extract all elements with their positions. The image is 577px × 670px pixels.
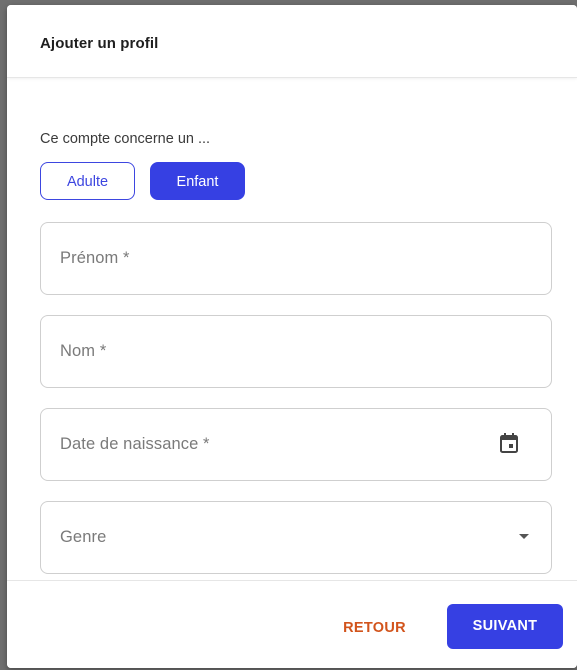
calendar-icon[interactable] [500, 433, 518, 453]
chevron-down-icon [519, 534, 529, 539]
adult-option-button[interactable]: Adulte [40, 162, 135, 200]
gender-select[interactable]: Genre [40, 501, 552, 574]
account-type-prompt: Ce compte concerne un ... [40, 131, 211, 147]
next-button[interactable]: SUIVANT [447, 604, 563, 649]
birth-date-field[interactable]: Date de naissance * [40, 408, 552, 481]
child-option-button[interactable]: Enfant [150, 162, 245, 200]
gender-placeholder: Genre [60, 528, 107, 546]
dialog-header: Ajouter un profil [7, 5, 577, 78]
last-name-field[interactable]: Nom * [40, 315, 552, 388]
birth-date-placeholder: Date de naissance * [60, 435, 210, 453]
dialog-title: Ajouter un profil [40, 35, 159, 52]
back-button[interactable]: RETOUR [327, 606, 422, 650]
add-profile-dialog: Ajouter un profil Ce compte concerne un … [7, 5, 577, 668]
dialog-footer: RETOUR SUIVANT [7, 580, 577, 668]
first-name-field[interactable]: Prénom * [40, 222, 552, 295]
first-name-placeholder: Prénom * [60, 249, 130, 267]
last-name-placeholder: Nom * [60, 342, 107, 360]
